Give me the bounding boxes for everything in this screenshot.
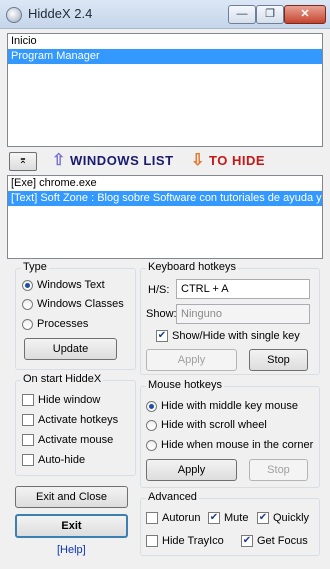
restore-button[interactable]: ❐ [256, 5, 284, 24]
check-mute[interactable]: ✔ Mute [208, 510, 248, 526]
show-label: Show: [146, 308, 177, 320]
radio-indicator[interactable] [146, 439, 157, 451]
checkbox[interactable] [22, 414, 34, 426]
checkbox[interactable] [22, 434, 34, 446]
check-hide-trayico[interactable]: Hide TrayIco [146, 533, 224, 549]
up-arrow-icon: ⇧ [52, 152, 66, 169]
check-hide-window[interactable]: Hide window [22, 392, 100, 408]
keyboard-hotkeys-label: Keyboard hotkeys [146, 261, 239, 273]
windows-list[interactable]: Inicio Program Manager [7, 33, 323, 147]
checkbox-label: Get Focus [257, 535, 308, 547]
hs-label: H/S: [148, 284, 170, 296]
checkbox-label: Activate hotkeys [38, 414, 119, 426]
checkbox[interactable]: ✔ [156, 330, 168, 342]
check-quickly[interactable]: ✔ Quickly [257, 510, 309, 526]
mouse-apply-button[interactable]: Apply [146, 459, 237, 481]
title-bar[interactable]: HiddeX 2.4 — ❐ ✕ [0, 0, 330, 29]
checkbox[interactable] [22, 454, 34, 466]
mouse-stop-button[interactable]: Stop [249, 459, 308, 481]
update-button[interactable]: Update [24, 338, 117, 360]
radio-indicator[interactable] [22, 298, 33, 310]
checkbox[interactable]: ✔ [208, 512, 220, 524]
check-autorun[interactable]: Autorun [146, 510, 201, 526]
windows-list-item-selected[interactable]: Program Manager [8, 49, 322, 64]
radio-windows-text[interactable]: Windows Text [22, 277, 105, 293]
radio-label: Windows Classes [37, 298, 124, 310]
to-hide-label: TO HIDE [209, 153, 266, 168]
check-get-focus[interactable]: ✔ Get Focus [241, 533, 308, 549]
radio-label: Hide with scroll wheel [161, 419, 267, 431]
radio-label: Hide with middle key mouse [161, 400, 298, 412]
radio-scroll-wheel[interactable]: Hide with scroll wheel [146, 417, 267, 433]
radio-windows-classes[interactable]: Windows Classes [22, 296, 124, 312]
checkbox-label: Show/Hide with single key [172, 330, 300, 342]
checkbox-label: Auto-hide [38, 454, 86, 466]
mouse-hotkeys-label: Mouse hotkeys [146, 379, 224, 391]
windows-list-item[interactable]: Inicio [8, 34, 322, 49]
checkbox-label: Activate mouse [38, 434, 114, 446]
check-activate-mouse[interactable]: Activate mouse [22, 432, 113, 448]
checkbox-label: Hide TrayIco [162, 535, 224, 547]
hide-list-item-selected[interactable]: [Text] Soft Zone : Blog sobre Software c… [8, 191, 322, 206]
to-hide-banner: ⇩ TO HIDE [191, 151, 265, 171]
windows-list-label: WINDOWS LIST [70, 153, 174, 168]
radio-label: Windows Text [37, 279, 105, 291]
radio-label: Processes [37, 318, 89, 330]
check-auto-hide[interactable]: Auto-hide [22, 452, 85, 468]
windows-list-banner: ⇧ WINDOWS LIST [52, 151, 174, 171]
radio-indicator[interactable] [22, 279, 33, 291]
hs-hotkey-field[interactable]: CTRL + A [176, 279, 310, 299]
type-group-label: Type [21, 261, 49, 273]
radio-indicator[interactable] [22, 318, 33, 330]
radio-middle-key[interactable]: Hide with middle key mouse [146, 398, 298, 414]
check-activate-hotkeys[interactable]: Activate hotkeys [22, 412, 118, 428]
radio-indicator[interactable] [146, 419, 157, 431]
check-single-key[interactable]: ✔ Show/Hide with single key [156, 328, 300, 344]
exit-and-close-button[interactable]: Exit and Close [15, 486, 128, 508]
checkbox[interactable] [22, 394, 34, 406]
window-title: HiddeX 2.4 [28, 6, 93, 21]
radio-indicator[interactable] [146, 400, 157, 412]
pin-button[interactable]: ⌆ [9, 152, 37, 171]
checkbox-label: Autorun [162, 512, 201, 524]
keyboard-stop-button[interactable]: Stop [249, 349, 308, 371]
checkbox-label: Hide window [38, 394, 101, 406]
advanced-label: Advanced [146, 491, 199, 503]
hide-list[interactable]: [Exe] chrome.exe [Text] Soft Zone : Blog… [7, 175, 323, 259]
exit-button[interactable]: Exit [15, 514, 128, 538]
checkbox[interactable]: ✔ [241, 535, 253, 547]
radio-label: Hide when mouse in the corner [161, 439, 314, 451]
checkbox[interactable]: ✔ [257, 512, 269, 524]
radio-mouse-corner[interactable]: Hide when mouse in the corner [146, 437, 313, 453]
radio-processes[interactable]: Processes [22, 316, 88, 332]
checkbox-label: Quickly [273, 512, 310, 524]
checkbox[interactable] [146, 512, 158, 524]
on-start-group-label: On start HiddeX [21, 373, 104, 385]
help-link[interactable]: [Help] [57, 544, 86, 556]
keyboard-apply-button[interactable]: Apply [146, 349, 237, 371]
close-button[interactable]: ✕ [284, 5, 326, 24]
show-hotkey-field[interactable]: Ninguno [176, 304, 310, 324]
checkbox-label: Mute [224, 512, 249, 524]
checkbox[interactable] [146, 535, 158, 547]
minimize-button[interactable]: — [228, 5, 256, 24]
down-arrow-icon: ⇩ [191, 152, 205, 169]
app-icon [6, 7, 22, 23]
hide-list-item[interactable]: [Exe] chrome.exe [8, 176, 322, 191]
